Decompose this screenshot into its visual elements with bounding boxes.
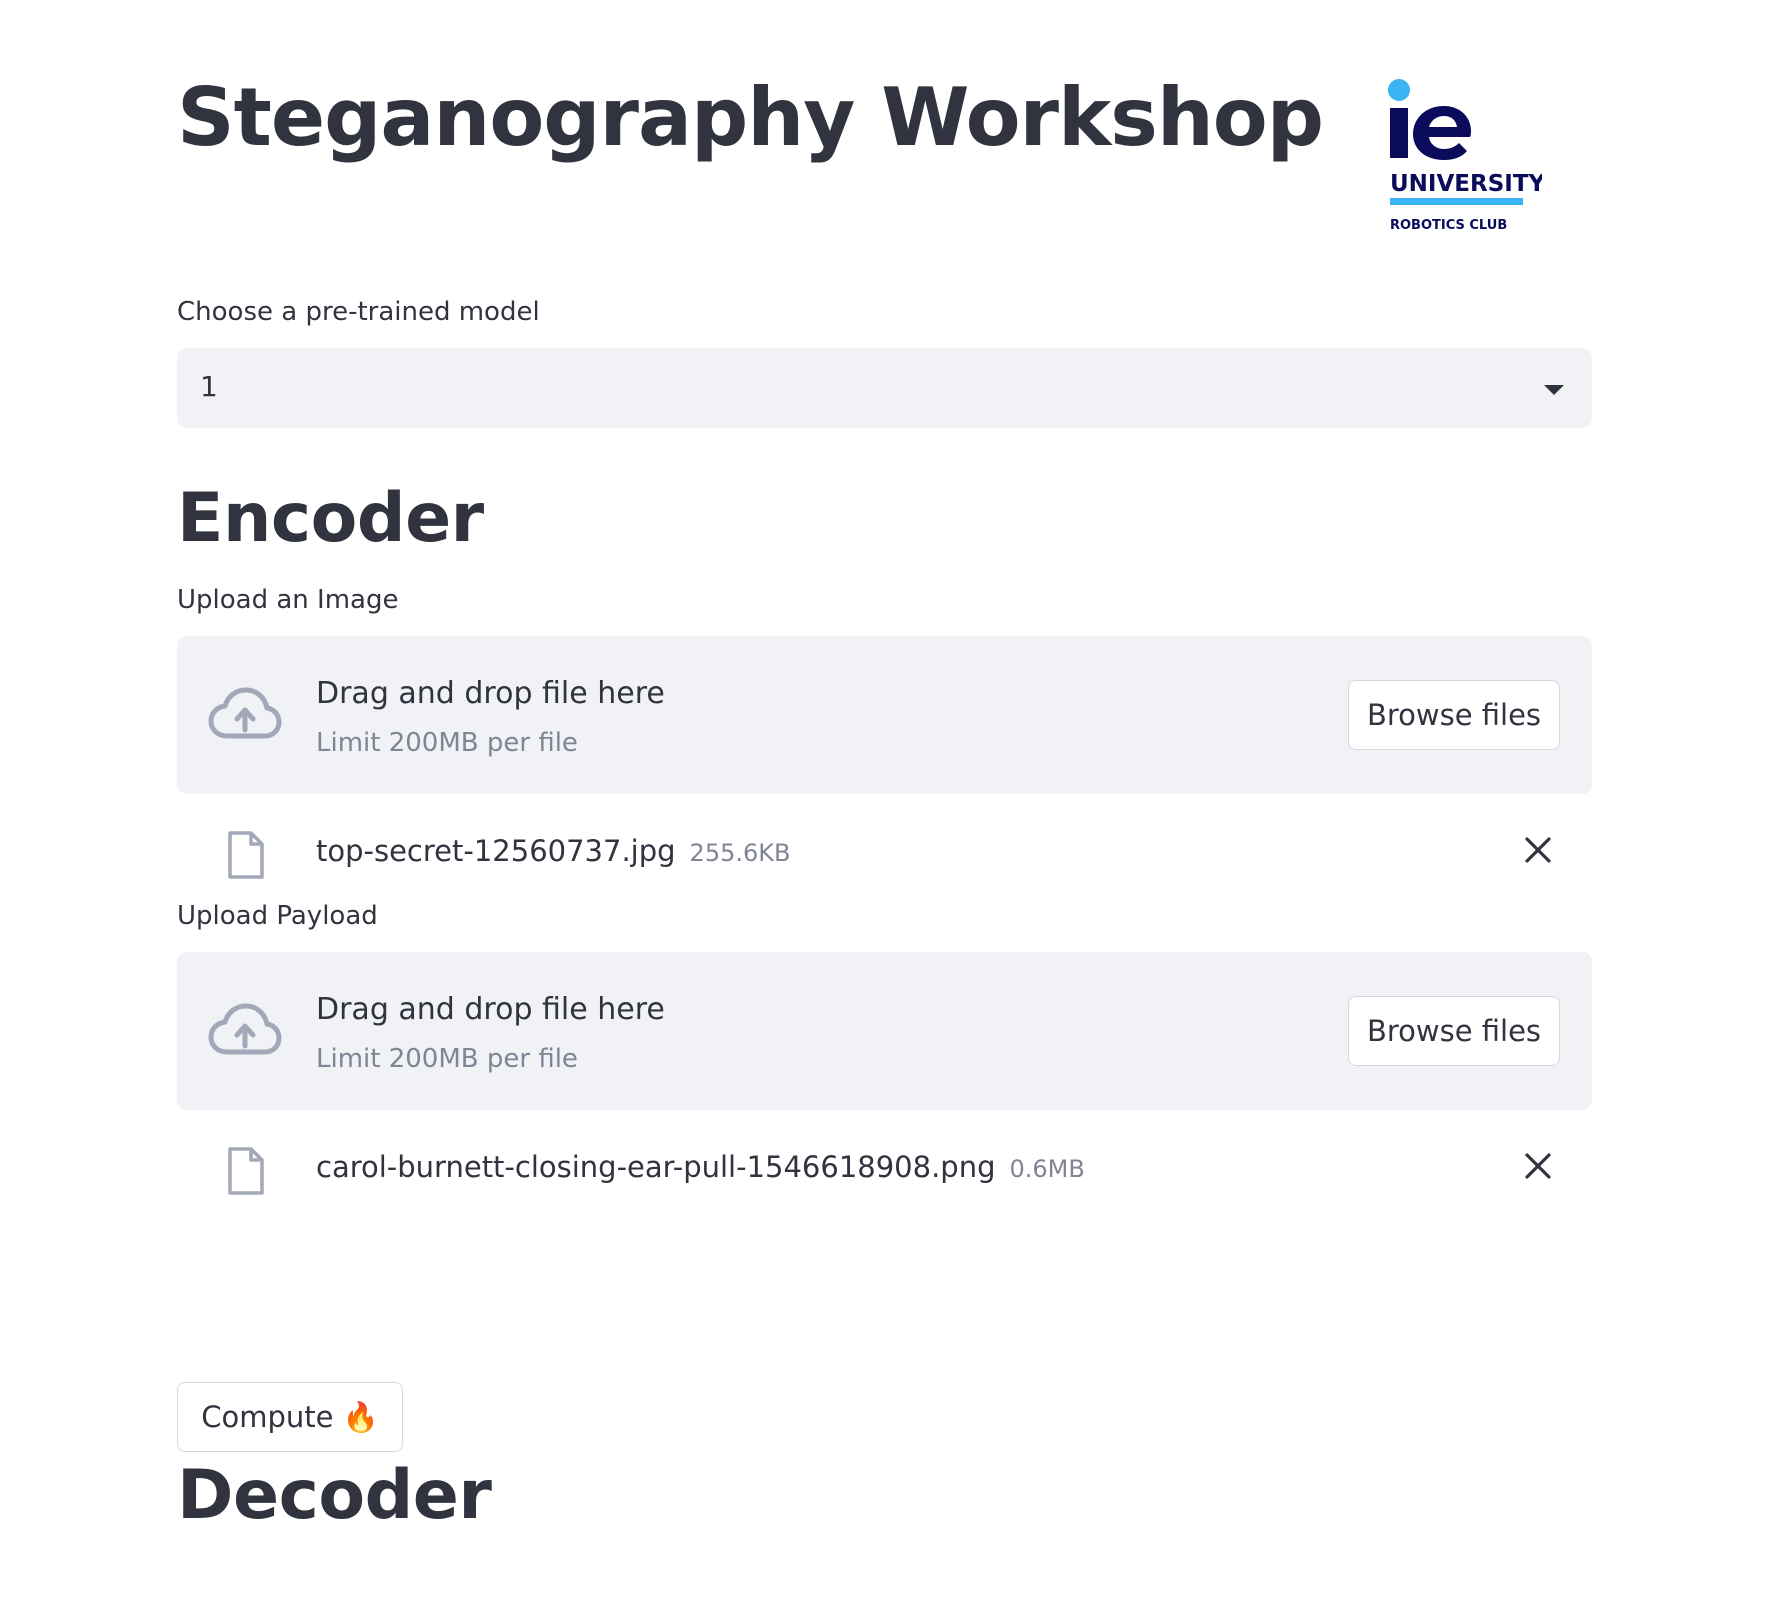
file-name-text: top-secret-12560737.jpg [316,833,676,868]
cloud-upload-icon [208,687,282,739]
file-size: 0.6MB [1009,1154,1085,1183]
payload-dropzone[interactable]: Drag and drop file here Limit 200MB per … [177,951,1592,1110]
dropzone-limit: Limit 200MB per file [316,1043,578,1074]
image-dropzone[interactable]: Drag and drop file here Limit 200MB per … [177,635,1592,794]
model-select-value: 1 [200,369,218,403]
browse-files-button[interactable]: Browse files [1348,679,1560,750]
uploaded-file-row: top-secret-12560737.jpg 255.6KB [177,794,1592,912]
logo-line2: ROBOTICS CLUB [1390,218,1507,233]
file-icon [228,1147,264,1195]
payload-upload-label: Upload Payload [177,901,378,931]
chevron-down-icon [1544,384,1564,395]
encoder-title: Encoder [177,479,484,558]
dropzone-limit: Limit 200MB per file [316,727,578,758]
dropzone-instruction: Drag and drop file here [316,675,665,711]
cloud-upload-icon [208,1003,282,1055]
decoder-title: Decoder [177,1456,492,1535]
model-select-group: Choose a pre-trained model 1 [177,296,1592,428]
file-icon [228,831,264,879]
image-upload-label: Upload an Image [177,585,399,615]
file-size: 255.6KB [689,838,791,867]
payload-upload-group: Upload Payload Drag and drop file here L… [177,900,1592,1228]
close-icon[interactable] [1524,836,1552,864]
dropzone-instruction: Drag and drop file here [316,991,665,1027]
logo-line1: UNIVERSITY [1390,171,1542,197]
image-upload-group: Upload an Image Drag and drop file here … [177,584,1592,912]
file-name-text: carol-burnett-closing-ear-pull-154661890… [316,1149,996,1184]
page-title: Steganography Workshop [177,71,1324,164]
close-icon[interactable] [1524,1152,1552,1180]
model-select-label: Choose a pre-trained model [177,297,540,327]
compute-button[interactable]: Compute 🔥 [177,1382,403,1452]
header: Steganography Workshop UNIVERSITY ROBOTI… [177,0,1592,300]
uploaded-file-name: carol-burnett-closing-ear-pull-154661890… [316,1150,1085,1184]
uploaded-file-name: top-secret-12560737.jpg 255.6KB [316,834,790,868]
browse-files-button[interactable]: Browse files [1348,995,1560,1066]
uploaded-file-row: carol-burnett-closing-ear-pull-154661890… [177,1110,1592,1228]
ie-university-robotics-club-logo: UNIVERSITY ROBOTICS CLUB [1388,79,1542,233]
main-content: Steganography Workshop UNIVERSITY ROBOTI… [177,0,1592,1535]
model-select[interactable]: 1 [177,347,1592,428]
